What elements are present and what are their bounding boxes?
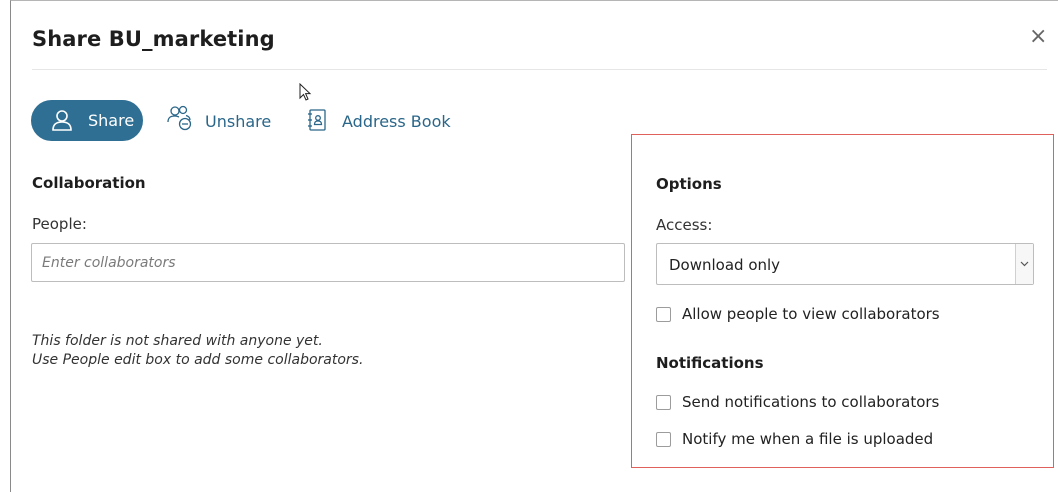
options-panel: Options Access: Download only Allow peop… xyxy=(631,134,1054,468)
users-minus-icon xyxy=(167,105,195,131)
empty-share-hint-line1: This folder is not shared with anyone ye… xyxy=(32,333,323,349)
notify-upload-label: Notify me when a file is uploaded xyxy=(682,430,934,448)
people-label: People: xyxy=(32,215,87,233)
share-button-label: Share xyxy=(88,111,135,130)
title-divider xyxy=(32,69,1047,70)
address-book-button-label: Address Book xyxy=(342,112,451,131)
send-notifications-label: Send notifications to collaborators xyxy=(682,393,940,411)
allow-view-collaborators-label: Allow people to view collaborators xyxy=(682,305,940,323)
collaboration-heading: Collaboration xyxy=(32,174,146,192)
share-button[interactable]: Share xyxy=(31,100,143,141)
mouse-cursor-icon xyxy=(299,82,313,103)
people-input[interactable] xyxy=(32,244,624,281)
access-label: Access: xyxy=(656,216,713,234)
people-input-wrapper xyxy=(31,243,625,282)
access-select[interactable]: Download only xyxy=(656,243,1034,285)
address-book-icon xyxy=(306,108,328,132)
access-select-value: Download only xyxy=(669,256,781,274)
share-dialog: Share BU_marketing × Share Unshare Addre… xyxy=(10,0,1058,492)
close-icon[interactable]: × xyxy=(1029,26,1047,48)
access-select-toggle[interactable] xyxy=(1015,244,1033,284)
empty-share-hint-line2: Use People edit box to add some collabor… xyxy=(32,352,364,368)
send-notifications-checkbox[interactable] xyxy=(656,395,671,410)
chevron-down-icon xyxy=(1020,261,1029,267)
user-icon xyxy=(51,109,73,131)
unshare-button-label: Unshare xyxy=(205,112,272,131)
allow-view-collaborators-checkbox[interactable] xyxy=(656,307,671,322)
notify-upload-checkbox[interactable] xyxy=(656,432,671,447)
options-heading: Options xyxy=(656,175,722,193)
notifications-heading: Notifications xyxy=(656,354,764,372)
dialog-title: Share BU_marketing xyxy=(32,27,275,51)
